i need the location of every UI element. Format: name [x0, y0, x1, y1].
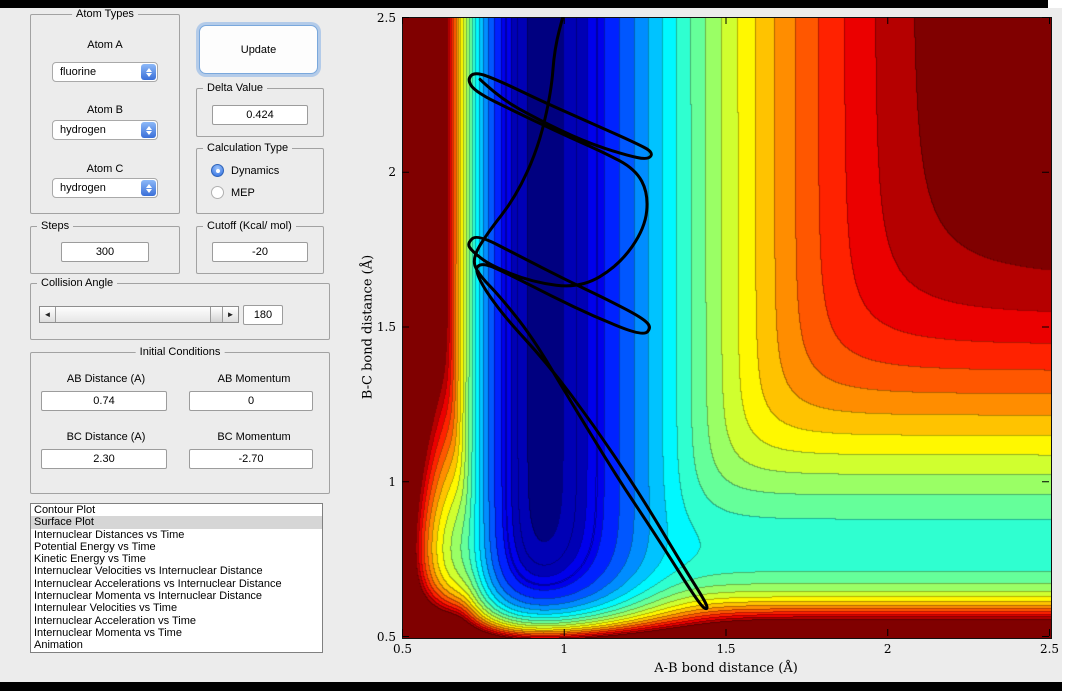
steps-input[interactable]: [61, 242, 149, 262]
delta-value-title: Delta Value: [203, 82, 268, 95]
atom-c-label: Atom C: [86, 163, 124, 175]
plot-type-listbox: Contour Plot Surface Plot Internuclear Dis…: [30, 503, 323, 653]
x-axis-label: A-B bond distance (Å): [654, 661, 798, 676]
atom-types-title: Atom Types: [72, 8, 138, 21]
bc-momentum-input[interactable]: [189, 449, 313, 469]
delta-value-panel: Delta Value: [196, 82, 324, 137]
bc-distance-label: BC Distance (A): [66, 431, 146, 443]
initial-conditions-title: Initial Conditions: [135, 346, 225, 359]
popup-stepper-icon: [141, 180, 156, 196]
x-tick-label: 2: [883, 642, 892, 656]
slider-trough[interactable]: [56, 307, 210, 322]
steps-title: Steps: [37, 220, 74, 233]
calculation-type-title: Calculation Type: [203, 142, 293, 155]
ab-distance-label: AB Distance (A): [66, 373, 146, 385]
bc-distance-input[interactable]: [41, 449, 167, 469]
y-tick-label: 1.5: [376, 320, 396, 334]
radio-mep-label: MEP: [231, 186, 255, 199]
atom-b-label: Atom B: [86, 104, 124, 116]
y-tick-label: 2.5: [376, 10, 396, 25]
popup-stepper-icon: [141, 64, 156, 80]
cutoff-input[interactable]: [212, 242, 308, 262]
delta-value-input[interactable]: [212, 105, 308, 125]
ab-momentum-input[interactable]: [189, 391, 313, 411]
slider-thumb[interactable]: [210, 307, 222, 322]
contour-plot-canvas: [402, 17, 1052, 639]
atom-a-select[interactable]: fluorine: [52, 62, 158, 82]
window-chrome-top: [0, 0, 1048, 8]
app-window: Atom Types Atom A fluorine Atom B hydrog…: [0, 0, 1074, 691]
collision-angle-input[interactable]: [243, 305, 283, 325]
radio-selected-icon: [211, 164, 224, 177]
list-item[interactable]: Surface Plot: [31, 516, 322, 529]
list-item[interactable]: Internulear Velocities vs Time: [31, 602, 322, 614]
list-item[interactable]: Internuclear Velocities vs Internuclear …: [31, 565, 322, 577]
y-tick-label: 0.5: [376, 629, 396, 644]
collision-angle-title: Collision Angle: [37, 277, 118, 290]
window-chrome-right: [1062, 0, 1074, 691]
window-chrome-bottom: [0, 682, 1062, 691]
cutoff-title: Cutoff (Kcal/ mol): [203, 220, 296, 233]
initial-conditions-panel: Initial Conditions AB Distance (A) AB Mo…: [30, 346, 330, 494]
x-tick-label: 2.5: [1039, 642, 1060, 656]
x-tick-label: 1.5: [716, 642, 736, 656]
ab-momentum-label: AB Momentum: [217, 373, 291, 385]
atom-b-value: hydrogen: [60, 124, 106, 136]
update-button[interactable]: Update: [199, 25, 318, 74]
list-item[interactable]: Potential Energy vs Time: [31, 541, 322, 553]
slider-left-arrow-icon[interactable]: ◄: [40, 307, 56, 322]
y-tick-label: 1: [388, 474, 396, 489]
ab-distance-input[interactable]: [41, 391, 167, 411]
x-tick-label: 1: [560, 642, 569, 656]
list-item[interactable]: Animation: [31, 639, 322, 651]
list-item[interactable]: Internuclear Momenta vs Time: [31, 627, 322, 639]
steps-panel: Steps: [30, 220, 180, 274]
atom-c-select[interactable]: hydrogen: [52, 178, 158, 198]
bc-momentum-label: BC Momentum: [217, 431, 291, 443]
cutoff-panel: Cutoff (Kcal/ mol): [196, 220, 324, 274]
atom-a-value: fluorine: [60, 66, 97, 78]
collision-angle-slider[interactable]: ◄ ►: [39, 306, 239, 323]
list-item[interactable]: Kinetic Energy vs Time: [31, 553, 322, 565]
list-item[interactable]: Internuclear Momenta vs Internuclear Dis…: [31, 590, 322, 602]
atom-a-label: Atom A: [87, 39, 123, 51]
atom-c-value: hydrogen: [60, 182, 106, 194]
list-item[interactable]: Internuclear Distances vs Time: [31, 529, 322, 541]
y-tick-label: 2: [388, 165, 396, 180]
radio-dynamics-label: Dynamics: [231, 164, 280, 177]
radio-dynamics[interactable]: Dynamics: [211, 164, 279, 177]
contour-plot-area: A-B bond distance (Å) B-C bond distance …: [361, 11, 1060, 677]
x-tick-label: 0.5: [392, 642, 413, 656]
radio-unselected-icon: [211, 186, 224, 199]
calculation-type-panel: Calculation Type Dynamics MEP: [196, 142, 324, 214]
radio-mep[interactable]: MEP: [211, 186, 255, 199]
list-item[interactable]: Internuclear Acceleration vs Time: [31, 615, 322, 627]
atom-b-select[interactable]: hydrogen: [52, 120, 158, 140]
popup-stepper-icon: [141, 122, 156, 138]
collision-angle-panel: Collision Angle ◄ ►: [30, 277, 330, 340]
atom-types-panel: Atom Types Atom A fluorine Atom B hydrog…: [30, 8, 180, 214]
list-item[interactable]: Contour Plot: [31, 504, 322, 516]
slider-right-arrow-icon[interactable]: ►: [222, 307, 238, 322]
list-item[interactable]: Internuclear Accelerations vs Internucle…: [31, 578, 322, 590]
